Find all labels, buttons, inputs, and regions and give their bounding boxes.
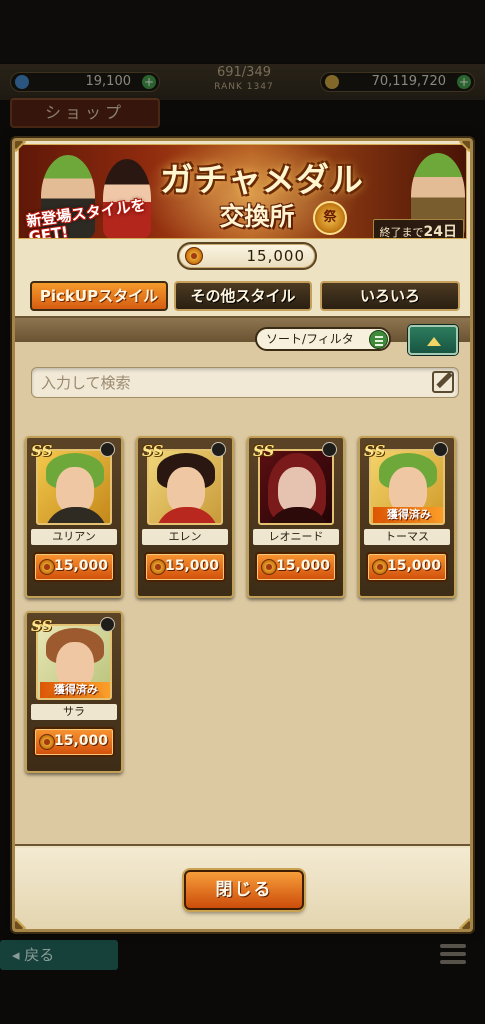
background-shop-title: ショップ bbox=[10, 98, 160, 128]
remaining-days-badge: 終了まで24日 bbox=[372, 219, 464, 239]
medal-balance-value: 15,000 bbox=[246, 247, 305, 265]
money-icon bbox=[325, 75, 339, 89]
add-money-icon: + bbox=[457, 75, 471, 89]
exchange-price-button[interactable]: 15,000 bbox=[255, 552, 337, 582]
rank-ss-icon: SS bbox=[253, 442, 275, 460]
tab-pickup-style[interactable]: PickUPスタイル bbox=[30, 281, 168, 311]
top-dark-band bbox=[0, 0, 485, 62]
rank-ss-icon: SS bbox=[31, 442, 53, 460]
category-tabs: PickUPスタイル その他スタイル いろいろ bbox=[30, 281, 460, 313]
money-counter: 70,119,720 + bbox=[320, 72, 475, 92]
hamburger-menu-icon bbox=[440, 944, 466, 966]
collapse-toggle-button[interactable] bbox=[408, 325, 458, 355]
exchange-price-button[interactable]: 15,000 bbox=[144, 552, 226, 582]
money-value: 70,119,720 bbox=[371, 74, 446, 89]
gem-icon bbox=[15, 75, 29, 89]
style-card-thomas[interactable]: 獲得済み SS トーマス 15,000 bbox=[358, 436, 456, 598]
character-portrait bbox=[147, 449, 223, 525]
exchange-price-button[interactable]: 15,000 bbox=[366, 552, 448, 582]
price-value: 15,000 bbox=[53, 558, 108, 574]
style-card-ellen[interactable]: SS エレン 15,000 bbox=[136, 436, 234, 598]
medal-coin-icon bbox=[372, 559, 388, 575]
add-gem-icon: + bbox=[142, 75, 156, 89]
medal-coin-icon bbox=[261, 559, 277, 575]
background-back-button: ◂ 戻る bbox=[0, 940, 118, 970]
character-portrait: 獲得済み bbox=[36, 624, 112, 700]
price-value: 15,000 bbox=[386, 558, 441, 574]
price-value: 15,000 bbox=[275, 558, 330, 574]
remaining-days-value: 24日 bbox=[423, 224, 457, 239]
medal-coin-icon bbox=[39, 559, 55, 575]
background-status-bar: 19,100 + 691/349 RANK 1347 70,119,720 + bbox=[0, 64, 485, 100]
style-card-leonid[interactable]: SS レオニード 15,000 bbox=[247, 436, 345, 598]
sort-filter-button[interactable]: ソート/フィルタ bbox=[255, 327, 391, 351]
exchange-price-button[interactable]: 15,000 bbox=[33, 552, 115, 582]
medal-coin-icon bbox=[150, 559, 166, 575]
search-input[interactable] bbox=[32, 368, 424, 397]
gem-counter: 19,100 + bbox=[10, 72, 160, 92]
bp-value: 691/349 bbox=[216, 65, 271, 80]
banner-subtitle: 交換所 bbox=[219, 202, 295, 231]
festival-medal-icon: 祭 bbox=[313, 201, 347, 235]
gem-value: 19,100 bbox=[85, 74, 132, 89]
tab-misc[interactable]: いろいろ bbox=[320, 281, 460, 311]
rank-ss-icon: SS bbox=[364, 442, 386, 460]
character-name: レオニード bbox=[253, 529, 339, 545]
filter-list-icon bbox=[369, 330, 388, 349]
exchange-price-button[interactable]: 15,000 bbox=[33, 727, 115, 757]
obtained-badge: 獲得済み bbox=[40, 682, 110, 698]
character-portrait bbox=[36, 449, 112, 525]
role-weapon-icon bbox=[100, 617, 115, 632]
list-header-bar bbox=[15, 318, 470, 342]
role-spell-icon bbox=[322, 442, 337, 457]
search-box bbox=[31, 367, 459, 398]
edit-icon[interactable] bbox=[432, 371, 454, 393]
exchange-banner: ガチャメダル 交換所 祭 新登場スタイルをGET! 終了まで24日 bbox=[18, 144, 467, 239]
tab-other-style[interactable]: その他スタイル bbox=[174, 281, 312, 311]
triangle-up-icon bbox=[427, 337, 441, 346]
style-card-yurian[interactable]: SS ユリアン 15,000 bbox=[25, 436, 123, 598]
gacha-medal-exchange-dialog: ガチャメダル 交換所 祭 新登場スタイルをGET! 終了まで24日 15,000… bbox=[12, 138, 473, 932]
character-portrait: 獲得済み bbox=[369, 449, 445, 525]
character-name: エレン bbox=[142, 529, 228, 545]
bp-rank-display: 691/349 RANK 1347 bbox=[196, 66, 292, 94]
character-name: トーマス bbox=[364, 529, 450, 545]
obtained-badge: 獲得済み bbox=[373, 507, 443, 523]
character-name: サラ bbox=[31, 704, 117, 720]
rank-ss-icon: SS bbox=[31, 617, 53, 635]
rank-ss-icon: SS bbox=[142, 442, 164, 460]
medal-balance: 15,000 bbox=[177, 242, 317, 270]
sort-filter-label: ソート/フィルタ bbox=[266, 332, 354, 346]
style-card-sara[interactable]: 獲得済み SS サラ 15,000 bbox=[25, 611, 123, 773]
role-weapon-icon bbox=[433, 442, 448, 457]
close-button[interactable]: 閉じる bbox=[184, 870, 304, 910]
role-exclamation-icon bbox=[100, 442, 115, 457]
role-weapon-icon bbox=[211, 442, 226, 457]
remaining-days-prefix: 終了まで bbox=[379, 226, 424, 239]
character-portrait bbox=[258, 449, 334, 525]
character-name: ユリアン bbox=[31, 529, 117, 545]
medal-coin-icon bbox=[39, 734, 55, 750]
rank-value: RANK 1347 bbox=[214, 82, 274, 92]
price-value: 15,000 bbox=[53, 733, 108, 749]
medal-coin-icon bbox=[185, 247, 203, 265]
price-value: 15,000 bbox=[164, 558, 219, 574]
banner-title: ガチャメダル bbox=[160, 160, 364, 199]
